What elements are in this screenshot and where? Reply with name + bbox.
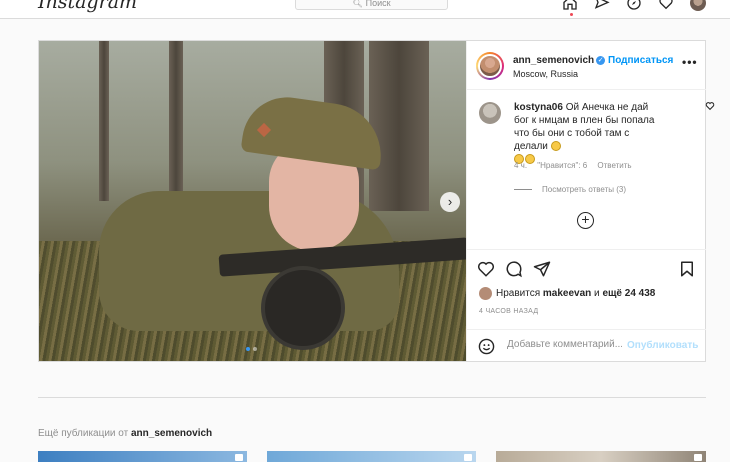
explore-icon[interactable] — [626, 0, 642, 11]
search-icon: 🔍︎ — [352, 0, 363, 8]
post-timestamp: 4 ЧАСОВ НАЗАД — [479, 308, 539, 315]
replies-line — [514, 189, 532, 191]
author-avatar[interactable] — [476, 52, 504, 80]
multi-photo-icon — [464, 454, 472, 461]
follow-button[interactable]: Подписаться — [608, 55, 673, 66]
liker-username[interactable]: makeevan — [543, 288, 591, 299]
carousel-next-button[interactable]: › — [440, 192, 460, 212]
tree-trunk — [169, 41, 183, 191]
carousel-dots — [246, 347, 257, 351]
comment-text: kostyna06 Ой Анечка не дай бог к нмцам в… — [514, 101, 664, 166]
view-replies-label: Посмотреть ответы (3) — [542, 185, 627, 194]
liker-avatar — [479, 287, 492, 300]
save-bookmark-icon[interactable] — [678, 260, 696, 278]
tree-trunk — [99, 41, 109, 201]
more-posts-heading: Ещё публикации от ann_semenovich — [38, 428, 213, 439]
more-post-thumbnail[interactable] — [38, 451, 247, 462]
commenter-avatar[interactable] — [479, 102, 501, 124]
section-divider — [38, 397, 706, 398]
author-username[interactable]: ann_semenovich ✓ — [513, 55, 606, 66]
comment-icon[interactable] — [505, 260, 523, 278]
post-sidebar: ann_semenovich ✓ Подписаться Moscow, Russ… — [466, 41, 715, 361]
instagram-logo[interactable]: Instagram — [38, 0, 137, 13]
reply-button[interactable]: Ответить — [597, 161, 631, 170]
view-replies-button[interactable]: Посмотреть ответы (3) — [514, 185, 626, 194]
comment-meta: 4 ч. "Нравится": 6 Ответить — [514, 161, 640, 170]
like-icon[interactable] — [477, 260, 495, 278]
likes-count[interactable]: ещё 24 438 — [602, 288, 655, 299]
more-options-icon[interactable]: ••• — [682, 55, 698, 69]
multi-photo-icon — [235, 454, 243, 461]
likes-summary[interactable]: Нравится makeevan и ещё 24 438 — [479, 287, 655, 300]
home-icon[interactable] — [562, 0, 578, 11]
nav-icons — [562, 0, 706, 11]
comment-like-icon[interactable] — [705, 101, 715, 111]
rifle-drum — [261, 266, 345, 350]
carousel-dot-active — [246, 347, 250, 351]
publish-button[interactable]: Опубликовать — [627, 340, 698, 351]
direct-icon[interactable] — [594, 0, 610, 11]
carousel-dot — [253, 347, 257, 351]
post-photo[interactable]: › — [39, 41, 466, 361]
multi-photo-icon — [694, 454, 702, 461]
comment-likes[interactable]: "Нравится": 6 — [537, 161, 587, 170]
commenter-username[interactable]: kostyna06 — [514, 102, 563, 113]
post-card: › ann_semenovich ✓ Подписаться Moscow, Ru… — [38, 40, 715, 362]
top-navigation-bar: Instagram 🔍︎ Поиск — [0, 0, 730, 19]
add-comment-bar: Опубликовать — [467, 329, 706, 362]
emoji-picker-icon[interactable] — [478, 338, 495, 355]
share-icon[interactable] — [533, 260, 551, 278]
search-box[interactable]: 🔍︎ Поиск — [295, 0, 448, 10]
more-post-thumbnail[interactable] — [496, 451, 706, 462]
tree-trunk — [369, 41, 429, 211]
profile-avatar-icon[interactable] — [690, 0, 706, 11]
grinning-emoji-icon — [550, 141, 561, 152]
more-post-thumbnail[interactable] — [267, 451, 476, 462]
activity-heart-icon[interactable] — [658, 0, 674, 11]
more-posts-username[interactable]: ann_semenovich — [131, 428, 212, 439]
post-actions: Нравится makeevan и ещё 24 438 4 ЧАСОВ Н… — [467, 249, 706, 361]
comment-time: 4 ч. — [514, 161, 528, 170]
post-header: ann_semenovich ✓ Подписаться Moscow, Russ… — [467, 41, 706, 90]
action-icons — [477, 260, 551, 278]
home-active-dot — [570, 13, 573, 16]
load-more-comments-icon[interactable]: + — [577, 212, 594, 229]
search-placeholder: Поиск — [365, 0, 391, 8]
post-location[interactable]: Moscow, Russia — [513, 69, 578, 79]
verified-badge-icon: ✓ — [596, 55, 606, 65]
comment-input[interactable] — [507, 339, 622, 350]
